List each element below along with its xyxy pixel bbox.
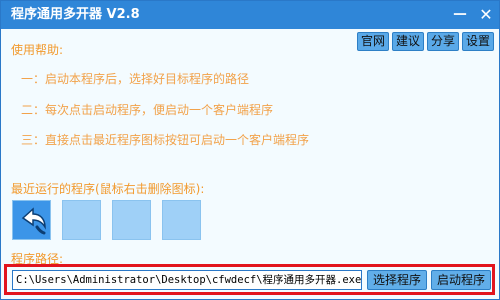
minimize-button[interactable]: －	[449, 4, 471, 26]
share-button[interactable]: 分享	[427, 32, 460, 51]
program-path-panel: C:\Users\Administrator\Desktop\cfwdecf\程…	[4, 264, 495, 295]
recent-programs-heading: 最近运行的程序(鼠标右击删除图标):	[11, 182, 205, 196]
top-menu: 官网 建议 分享 设置	[357, 32, 495, 51]
help-step-3: 三：直接点击最近程序图标按钮可启动一个客户端程序	[21, 133, 310, 147]
program-path-input[interactable]: C:\Users\Administrator\Desktop\cfwdecf\程…	[12, 270, 362, 290]
main-window: 程序通用多开器 V2.8 － ✕ 官网 建议 分享 设置 使用帮助: 一：启动本…	[0, 0, 500, 300]
choose-program-button[interactable]: 选择程序	[367, 270, 427, 290]
suggestion-button[interactable]: 建议	[392, 32, 425, 51]
launch-program-button[interactable]: 启动程序	[431, 270, 491, 290]
title-bar[interactable]: 程序通用多开器 V2.8 － ✕	[1, 1, 499, 29]
help-step-2: 二：每次点击启动程序，便启动一个客户端程序	[21, 103, 274, 117]
recent-program-tile-1[interactable]	[12, 200, 51, 240]
window-title: 程序通用多开器 V2.8	[11, 7, 140, 22]
help-step-1: 一：启动本程序后，选择好目标程序的路径	[21, 72, 250, 86]
return-arrow-icon	[21, 207, 46, 235]
close-button[interactable]: ✕	[475, 4, 497, 26]
recent-program-tile-4[interactable]	[162, 200, 201, 240]
website-button[interactable]: 官网	[357, 32, 390, 51]
help-heading: 使用帮助:	[11, 43, 64, 57]
settings-button[interactable]: 设置	[462, 32, 495, 51]
recent-programs-list	[12, 200, 201, 240]
recent-program-tile-3[interactable]	[112, 200, 151, 240]
recent-program-tile-2[interactable]	[62, 200, 101, 240]
